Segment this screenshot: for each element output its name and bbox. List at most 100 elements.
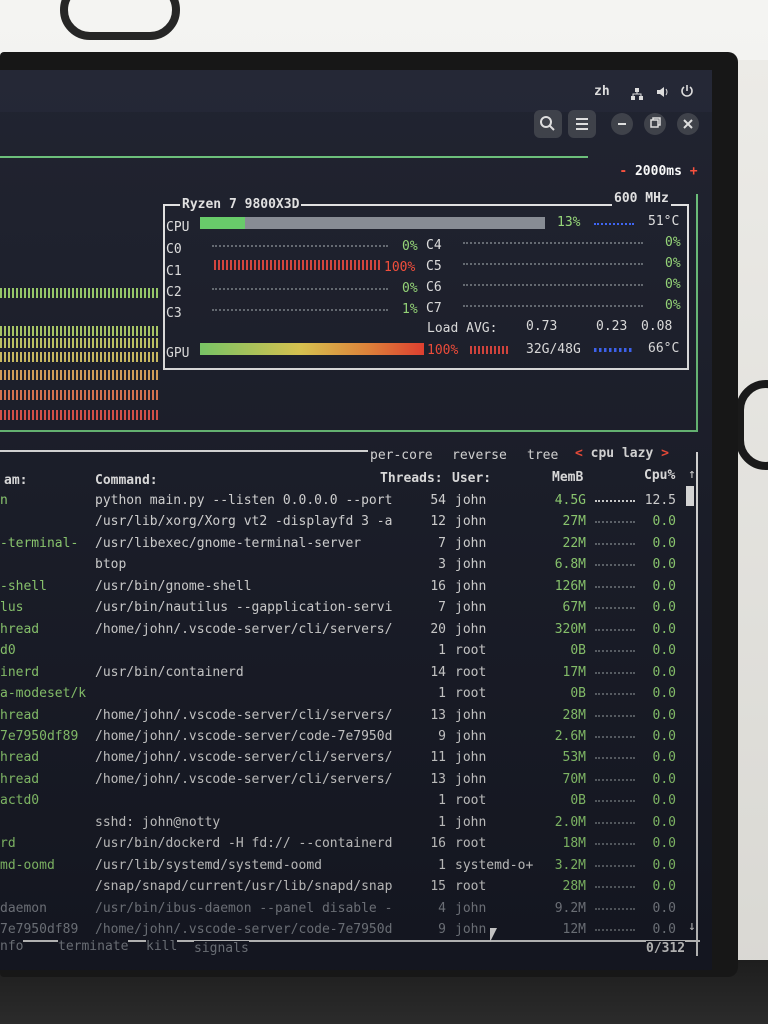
- col-header-mem[interactable]: MemB: [552, 470, 583, 485]
- network-icon[interactable]: [631, 85, 643, 100]
- col-header-threads[interactable]: Threads:: [380, 471, 443, 486]
- process-threads: 16: [430, 836, 446, 851]
- cpu-temp-graph: [594, 222, 634, 225]
- process-memory: 70M: [562, 772, 586, 787]
- cpu-model: Ryzen 7 9800X3D: [180, 197, 302, 212]
- process-threads: 12: [430, 514, 446, 529]
- col-header-user[interactable]: User:: [452, 471, 491, 486]
- process-memory: 18M: [562, 836, 586, 851]
- process-threads: 4: [438, 901, 446, 916]
- core-c1-pct: 100%: [384, 260, 416, 275]
- process-name: daemon: [0, 901, 47, 916]
- core-c4-pct: 0%: [665, 235, 681, 250]
- process-cpu: 0.0: [652, 750, 676, 765]
- process-command: /snap/snapd/current/usr/lib/snapd/snap: [95, 879, 393, 894]
- graph-row: [0, 370, 160, 380]
- process-name: a-modeset/k: [0, 686, 87, 701]
- process-user: john: [455, 708, 487, 723]
- keyboard-language[interactable]: zh: [594, 84, 610, 99]
- process-threads: 3: [438, 557, 446, 572]
- restore-button[interactable]: [644, 113, 666, 135]
- process-cpu-graph: [595, 542, 635, 545]
- sort-selector[interactable]: < cpu lazy >: [575, 446, 669, 461]
- load-avg-label: Load AVG:: [427, 321, 498, 336]
- process-user: root: [455, 836, 487, 851]
- process-user: root: [455, 643, 487, 658]
- process-cpu-graph: [595, 692, 635, 695]
- close-icon: [683, 119, 693, 129]
- process-name: rd: [0, 836, 16, 851]
- process-memory: 28M: [562, 879, 586, 894]
- option-tree[interactable]: tree: [527, 448, 558, 463]
- process-threads: 16: [430, 579, 446, 594]
- sort-value: cpu lazy: [590, 446, 654, 461]
- col-header-cpu[interactable]: Cpu%: [644, 468, 675, 483]
- power-icon[interactable]: [680, 83, 694, 97]
- process-cpu-graph: [595, 799, 635, 802]
- footer-info-button[interactable]: nfo: [0, 939, 24, 954]
- gpu-temp-graph: [594, 348, 634, 352]
- process-cpu-graph: [595, 735, 635, 738]
- process-user: john: [455, 815, 487, 830]
- close-button[interactable]: [677, 113, 699, 135]
- graph-row: [0, 390, 160, 400]
- process-command: sshd: john@notty: [95, 815, 221, 830]
- refresh-increase[interactable]: +: [682, 164, 698, 179]
- graph-row: [0, 352, 160, 362]
- process-command: /home/john/.vscode-server/cli/servers/: [95, 708, 393, 723]
- footer-signals-button[interactable]: signals: [194, 941, 249, 956]
- process-user: john: [455, 772, 487, 787]
- refresh-decrease[interactable]: -: [619, 164, 635, 179]
- core-c6-bar: [463, 283, 643, 286]
- scroll-down-icon[interactable]: ↓: [688, 919, 696, 934]
- process-memory: 126M: [554, 579, 586, 594]
- process-memory: 0B: [570, 793, 586, 808]
- process-cpu-graph: [595, 821, 635, 824]
- process-command: /home/john/.vscode-server/code-7e7950d: [95, 729, 393, 744]
- process-name: hread: [0, 750, 40, 765]
- process-cpu: 0.0: [652, 708, 676, 723]
- process-name: -terminal-: [0, 536, 79, 551]
- process-memory: 17M: [562, 665, 586, 680]
- process-cpu: 0.0: [652, 622, 676, 637]
- process-cpu: 0.0: [652, 858, 676, 873]
- minimize-icon: [618, 123, 626, 125]
- process-cpu: 0.0: [652, 557, 676, 572]
- process-memory: 67M: [562, 600, 586, 615]
- process-cpu: 0.0: [652, 579, 676, 594]
- volume-icon[interactable]: [656, 84, 670, 98]
- process-name: inerd: [0, 665, 40, 680]
- process-threads: 9: [438, 922, 446, 937]
- core-c0-pct: 0%: [402, 239, 418, 254]
- scroll-up-icon[interactable]: ↑: [688, 467, 696, 482]
- minimize-button[interactable]: [611, 113, 633, 135]
- core-c7-pct: 0%: [665, 298, 681, 313]
- core-c2-bar: [212, 287, 388, 290]
- cpu-frequency: 600 MHz: [612, 191, 671, 206]
- process-user: john: [455, 579, 487, 594]
- col-header-name[interactable]: am:: [4, 473, 27, 488]
- menu-button[interactable]: [568, 110, 596, 138]
- footer-terminate-button[interactable]: terminate: [58, 939, 129, 954]
- search-button[interactable]: [534, 110, 562, 138]
- process-cpu: 0.0: [652, 643, 676, 658]
- core-c0-label: C0: [166, 242, 182, 257]
- mouse-pointer: [490, 928, 501, 942]
- process-command: /usr/bin/containerd: [95, 665, 244, 680]
- process-threads: 9: [438, 729, 446, 744]
- process-cpu: 0.0: [652, 665, 676, 680]
- monitor-screen: zh - 2000ms + Ryzen 7 9800X3D 600 MHz CP…: [0, 70, 712, 970]
- col-header-command[interactable]: Command:: [95, 473, 158, 488]
- process-user: systemd-o+: [455, 858, 534, 873]
- refresh-rate[interactable]: - 2000ms +: [588, 149, 698, 194]
- option-reverse[interactable]: reverse: [452, 448, 507, 463]
- scrollbar-thumb[interactable]: [686, 486, 694, 506]
- gpu-usage-bar: [200, 343, 424, 355]
- load-avg-1: 0.73: [526, 319, 558, 334]
- core-c0-bar: [212, 244, 388, 247]
- footer-kill-button[interactable]: kill: [146, 939, 178, 954]
- process-threads: 11: [430, 750, 446, 765]
- option-per-core[interactable]: per-core: [370, 448, 433, 463]
- core-c5-label: C5: [426, 259, 442, 274]
- process-threads: 13: [430, 708, 446, 723]
